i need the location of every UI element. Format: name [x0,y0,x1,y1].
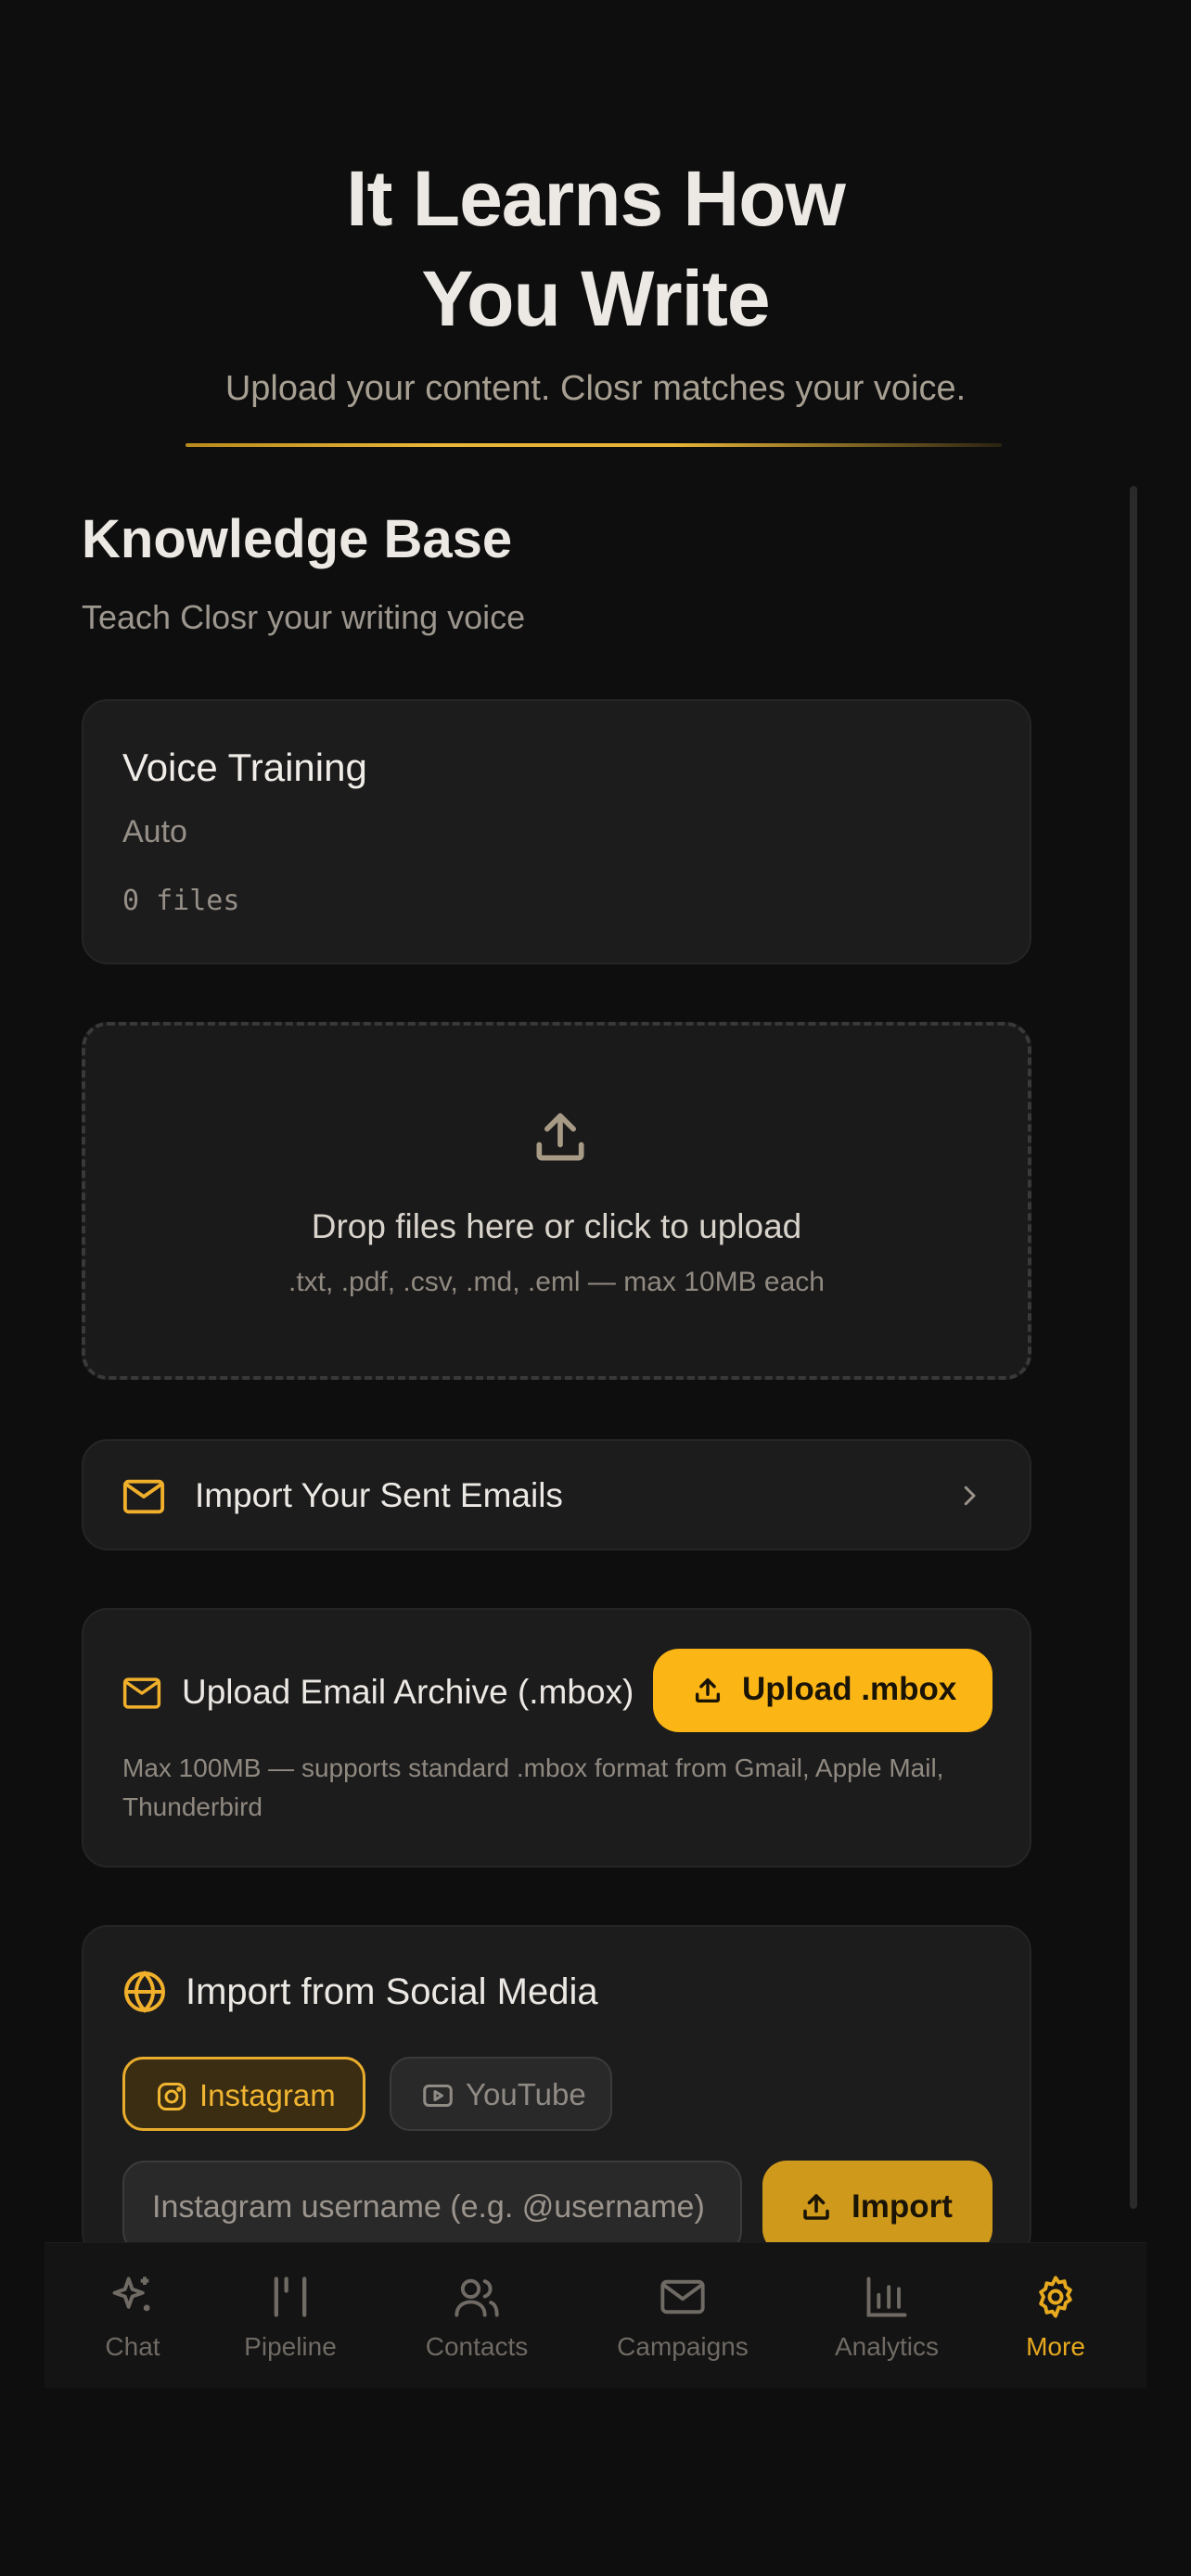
mbox-upload-hint: Max 100MB — supports standard .mbox form… [122,1753,944,1821]
gear-icon [1039,2276,1072,2318]
nav-tab-chat[interactable]: Chat [82,2243,184,2388]
chevron-right-icon [964,1486,976,1506]
mbox-upload-label: Upload Email Archive (.mbox) [182,1673,634,1711]
voice-training-mode: Auto [122,814,187,849]
sparkles-icon [112,2276,150,2312]
hero-subtitle: Upload your content. Closr matches your … [224,369,967,408]
globe-icon [124,1970,165,2013]
tab-youtube[interactable]: YouTube [390,2057,612,2131]
nav-tab-analytics[interactable]: Analytics [820,2243,954,2388]
page-title: Knowledge Base [82,509,513,569]
upload-icon [536,1113,584,1161]
social-import-card: Import from Social Media Instagram YouTu… [82,1925,1031,2259]
scrollbar[interactable] [1130,486,1137,2209]
pipeline-icon [274,2276,307,2317]
instagram-icon [158,2083,186,2111]
bottom-tab-bar: Chat Pipeline Contacts Campaigns Analyti… [45,2242,1146,2388]
upload-icon [695,1677,721,1703]
import-sent-emails-label: Import Your Sent Emails [195,1476,563,1514]
tab-instagram-label: Instagram [199,2078,336,2112]
nav-tab-campaigns-label: Campaigns [617,2332,749,2361]
nav-tab-campaigns[interactable]: Campaigns [608,2243,757,2388]
youtube-icon [423,2085,453,2107]
upload-mbox-button-label: Upload .mbox [742,1671,957,1707]
nav-tab-chat-label: Chat [105,2332,160,2361]
nav-tab-pipeline[interactable]: Pipeline [230,2243,351,2388]
hero-divider [186,443,1002,447]
tab-instagram[interactable]: Instagram [122,2057,365,2131]
dropzone-title: Drop files here or click to upload [311,1207,802,1245]
instagram-username-input[interactable] [122,2161,742,2253]
nav-tab-contacts[interactable]: Contacts [414,2243,540,2388]
voice-training-card[interactable]: Voice Training Auto 0 files [82,699,1031,964]
voice-training-title: Voice Training [122,746,367,789]
nav-tab-more[interactable]: More [1009,2243,1102,2388]
hero-title-line-2: You Write [421,255,770,342]
social-import-title: Import from Social Media [186,1971,598,2012]
hero-title-line-1: It Learns How [346,155,846,242]
upload-mbox-button[interactable]: Upload .mbox [653,1649,992,1732]
voice-training-file-count: 0 files [122,885,240,917]
hero-title: It Learns How You Write [0,148,1191,349]
import-button-label: Import [852,2188,953,2225]
mail-icon [122,1677,161,1709]
users-icon [455,2278,499,2317]
nav-tab-more-label: More [1026,2332,1085,2361]
mail-icon [660,2279,705,2315]
upload-icon [803,2194,829,2220]
page-subtitle: Teach Closr your writing voice [82,598,526,636]
nav-tab-contacts-label: Contacts [425,2332,529,2361]
file-dropzone[interactable]: Drop files here or click to upload .txt,… [82,1022,1031,1380]
tab-youtube-label: YouTube [466,2077,586,2111]
bar-chart-icon [866,2276,907,2317]
nav-tab-analytics-label: Analytics [834,2332,940,2361]
import-button[interactable]: Import [762,2161,992,2253]
dropzone-hint: .txt, .pdf, .csv, .md, .eml — max 10MB e… [288,1267,825,1297]
mail-icon [122,1479,165,1514]
mbox-upload-card: Upload Email Archive (.mbox) Upload .mbo… [82,1608,1031,1868]
import-sent-emails-row[interactable]: Import Your Sent Emails [82,1439,1031,1550]
nav-tab-pipeline-label: Pipeline [244,2332,337,2361]
